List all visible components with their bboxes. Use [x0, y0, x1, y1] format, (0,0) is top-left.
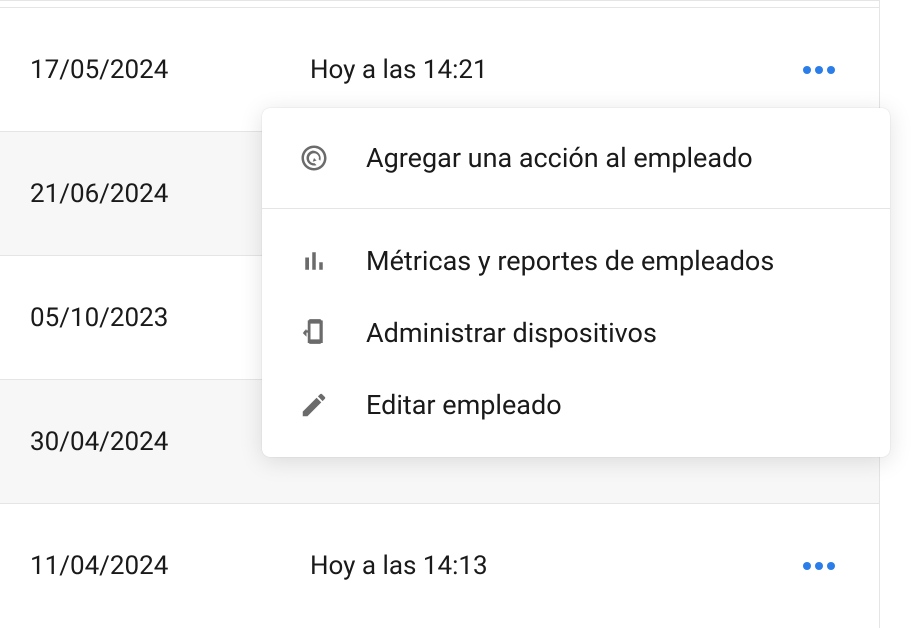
pencil-icon	[298, 389, 330, 421]
more-icon	[803, 66, 835, 74]
more-icon	[803, 562, 835, 570]
row-actions-button[interactable]	[789, 562, 849, 570]
menu-item-label: Administrar dispositivos	[366, 317, 657, 349]
menu-item-add-action[interactable]: Agregar una acción al empleado	[262, 108, 890, 209]
time-cell: Hoy a las 14:13	[310, 551, 789, 581]
target-icon	[298, 142, 330, 174]
chart-icon	[298, 245, 330, 277]
time-cell: Hoy a las 14:21	[310, 55, 789, 85]
device-icon	[298, 317, 330, 349]
menu-item-devices[interactable]: Administrar dispositivos	[262, 297, 890, 369]
table-row: 11/04/2024 Hoy a las 14:13	[0, 504, 879, 628]
menu-item-metrics[interactable]: Métricas y reportes de empleados	[262, 225, 890, 297]
menu-item-label: Editar empleado	[366, 389, 562, 421]
menu-item-label: Métricas y reportes de empleados	[366, 245, 774, 277]
actions-dropdown-menu: Agregar una acción al empleado Métricas …	[262, 108, 890, 457]
menu-item-label: Agregar una acción al empleado	[366, 142, 753, 174]
row-actions-button[interactable]	[789, 66, 849, 74]
date-cell: 17/05/2024	[30, 55, 310, 85]
menu-item-edit[interactable]: Editar empleado	[262, 369, 890, 441]
date-cell: 11/04/2024	[30, 551, 310, 581]
table-header-spacer	[0, 0, 879, 8]
